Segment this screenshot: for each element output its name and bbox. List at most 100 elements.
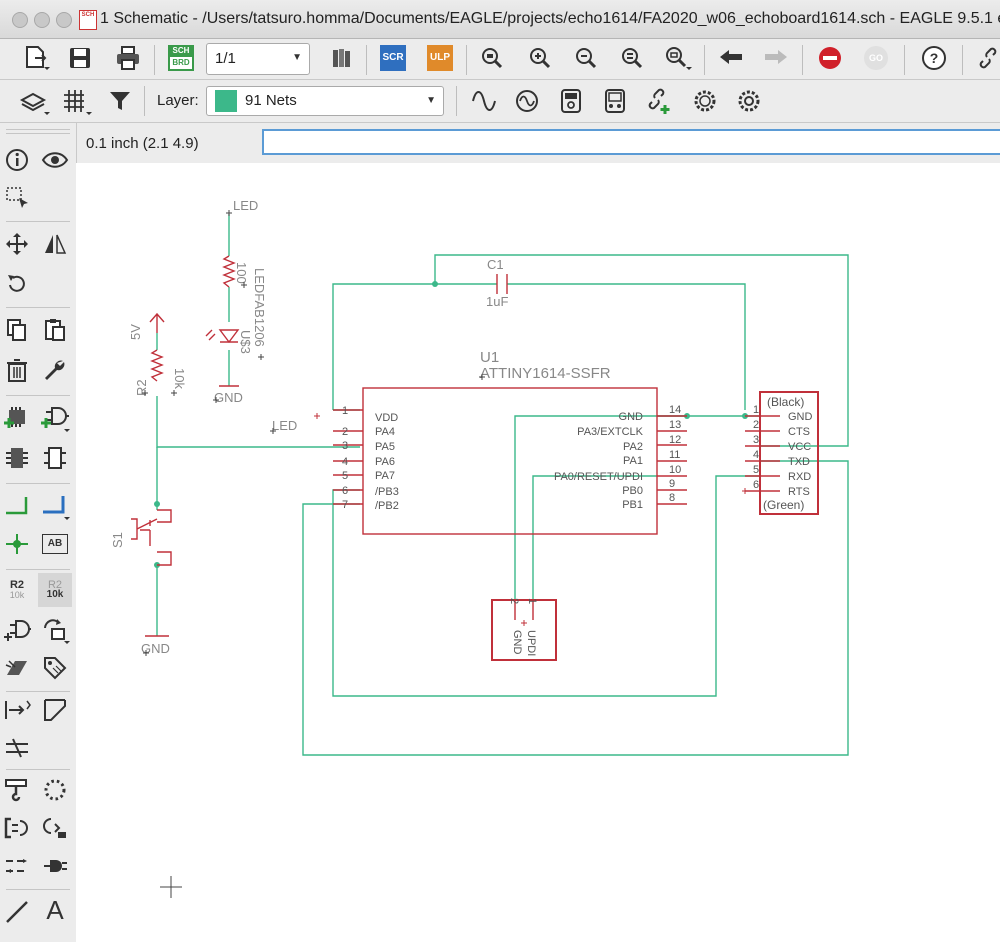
name-tool-r2: R2 (9, 579, 25, 591)
zoom-select-icon[interactable] (662, 42, 694, 74)
value-tool-button[interactable]: R2 10k (38, 573, 72, 607)
layer-select[interactable]: 91 Nets ▼ (206, 86, 444, 116)
zoom-out-icon[interactable] (570, 42, 602, 74)
multimeter-icon[interactable] (555, 85, 587, 117)
simulate-icon[interactable] (511, 85, 543, 117)
name-tool-button[interactable]: R2 10k (2, 575, 32, 605)
zoom-redraw-icon[interactable] (616, 42, 648, 74)
u1-right-pin-labels: 14 13 12 11 10 9 8 GND PA3/EXTCLK PA2 PA… (554, 404, 681, 511)
mirror-icon[interactable] (40, 229, 70, 259)
stop-icon[interactable] (814, 42, 846, 74)
zoom-fit-icon[interactable] (476, 42, 508, 74)
junctions (154, 281, 748, 568)
u1-pin-name-pa3: PA3/EXTCLK (577, 426, 643, 438)
split-icon[interactable] (2, 733, 32, 763)
smash-icon[interactable] (2, 653, 32, 683)
save-icon[interactable] (64, 42, 96, 74)
sim-settings-icon[interactable] (689, 85, 721, 117)
u1-pin-num-5: 5 (342, 470, 348, 482)
ftdi-pin-num-6: 6 (753, 479, 759, 491)
swap-pins-icon[interactable] (2, 851, 32, 881)
connect-left-icon[interactable] (2, 813, 32, 843)
undo-icon[interactable] (715, 42, 747, 74)
help-icon[interactable]: ? (918, 42, 950, 74)
info-icon[interactable] (2, 145, 32, 175)
schematic-canvas[interactable]: LED 100 U$3 LEDFAB1206 GND 5V R2 10k C1 … (76, 163, 1000, 942)
invoke-gate-icon[interactable] (2, 615, 32, 645)
connect-right-icon[interactable] (40, 813, 70, 843)
link-icon[interactable] (972, 42, 1000, 74)
paste-icon[interactable] (40, 315, 70, 345)
zoom-in-icon[interactable] (524, 42, 556, 74)
svg-text:?: ? (930, 50, 939, 66)
zoom-window-button[interactable] (56, 12, 72, 28)
layers-icon[interactable] (18, 85, 50, 117)
grid-coordinates: 0.1 inch (2.1 4.9) (86, 135, 199, 152)
group-select-icon[interactable] (2, 183, 32, 213)
redo-icon[interactable] (760, 42, 792, 74)
sch-label: SCH (172, 46, 190, 55)
ftdi-pin-name-rxd: RXD (788, 471, 811, 483)
ulp-button[interactable]: ULP (424, 42, 456, 74)
gnd-led-label: GND (214, 390, 243, 405)
bus-tool-icon[interactable] (40, 491, 70, 521)
plug-icon[interactable] (40, 851, 70, 881)
junction-icon[interactable] (2, 529, 32, 559)
filter-icon[interactable] (104, 85, 136, 117)
go-button[interactable]: GO (860, 42, 892, 74)
u1-pin-name-pa2: PA2 (623, 441, 643, 453)
open-file-icon[interactable] (20, 42, 52, 74)
ftdi-pin-name-vcc: VCC (788, 441, 811, 453)
minimize-window-button[interactable] (34, 12, 50, 28)
add-gate-icon[interactable] (40, 403, 70, 433)
updi-pin-num-2: 2 (508, 598, 520, 604)
add-link-icon[interactable] (643, 85, 675, 117)
supply-5v-arrow (149, 312, 165, 333)
resistor-r2 (150, 349, 164, 382)
frame-icon[interactable] (40, 695, 70, 725)
u1-left-pin-labels: 1 2 3 4 5 6 7 VDD PA4 PA5 PA6 PA7 /PB3 /… (342, 405, 399, 512)
text-tool-button[interactable]: A (40, 895, 70, 925)
add-part-icon[interactable] (2, 403, 32, 433)
updi-pin-updi: UPDI (525, 630, 537, 656)
r1-value: 100 (234, 262, 249, 284)
net-tool-icon[interactable] (2, 491, 32, 521)
oscilloscope-icon[interactable] (599, 85, 631, 117)
rotate-icon[interactable] (2, 269, 32, 299)
ripup-icon[interactable] (2, 775, 32, 805)
command-input[interactable] (262, 129, 1000, 155)
show-eye-icon[interactable] (40, 145, 70, 175)
close-window-button[interactable] (12, 12, 28, 28)
copy-icon[interactable] (2, 315, 32, 345)
delete-trash-icon[interactable] (2, 355, 32, 385)
wrench-icon[interactable] (40, 355, 70, 385)
sine-wave-icon[interactable] (468, 85, 500, 117)
gear-icon[interactable] (733, 85, 765, 117)
sheet-select[interactable]: 1/1 ▼ (206, 43, 310, 75)
supply-5v-label: 5V (128, 324, 143, 340)
replace-part-icon[interactable] (2, 443, 32, 473)
grid-icon[interactable] (60, 85, 92, 117)
package-icon[interactable] (40, 443, 70, 473)
u1-pin-name-pb1: PB1 (622, 499, 643, 511)
move-icon[interactable] (2, 229, 32, 259)
ftdi-pin-num-5: 5 (753, 464, 759, 476)
origin-markers (142, 210, 485, 898)
dotted-circle-icon[interactable] (40, 775, 70, 805)
swap-gate-icon[interactable] (40, 615, 70, 645)
c1-value: 1uF (486, 294, 508, 309)
attribute-tag-icon[interactable] (40, 653, 70, 683)
ftdi-pin-name-cts: CTS (788, 426, 810, 438)
u1-pin-num-12: 12 (669, 434, 681, 446)
command-bar: 0.1 inch (2.1 4.9) (76, 123, 1000, 163)
capacitor-c1 (496, 274, 508, 294)
script-button[interactable]: SCR (377, 42, 409, 74)
print-icon[interactable] (112, 42, 144, 74)
library-books-icon[interactable] (326, 42, 358, 74)
pin-swap-icon[interactable] (2, 695, 32, 725)
label-tool-button[interactable]: AB (40, 529, 70, 559)
ftdi-pins (745, 415, 780, 492)
sch-brd-switch-button[interactable]: SCH BRD (165, 42, 197, 74)
line-tool-icon[interactable] (2, 897, 32, 927)
u1-pin-num-14: 14 (669, 404, 681, 416)
